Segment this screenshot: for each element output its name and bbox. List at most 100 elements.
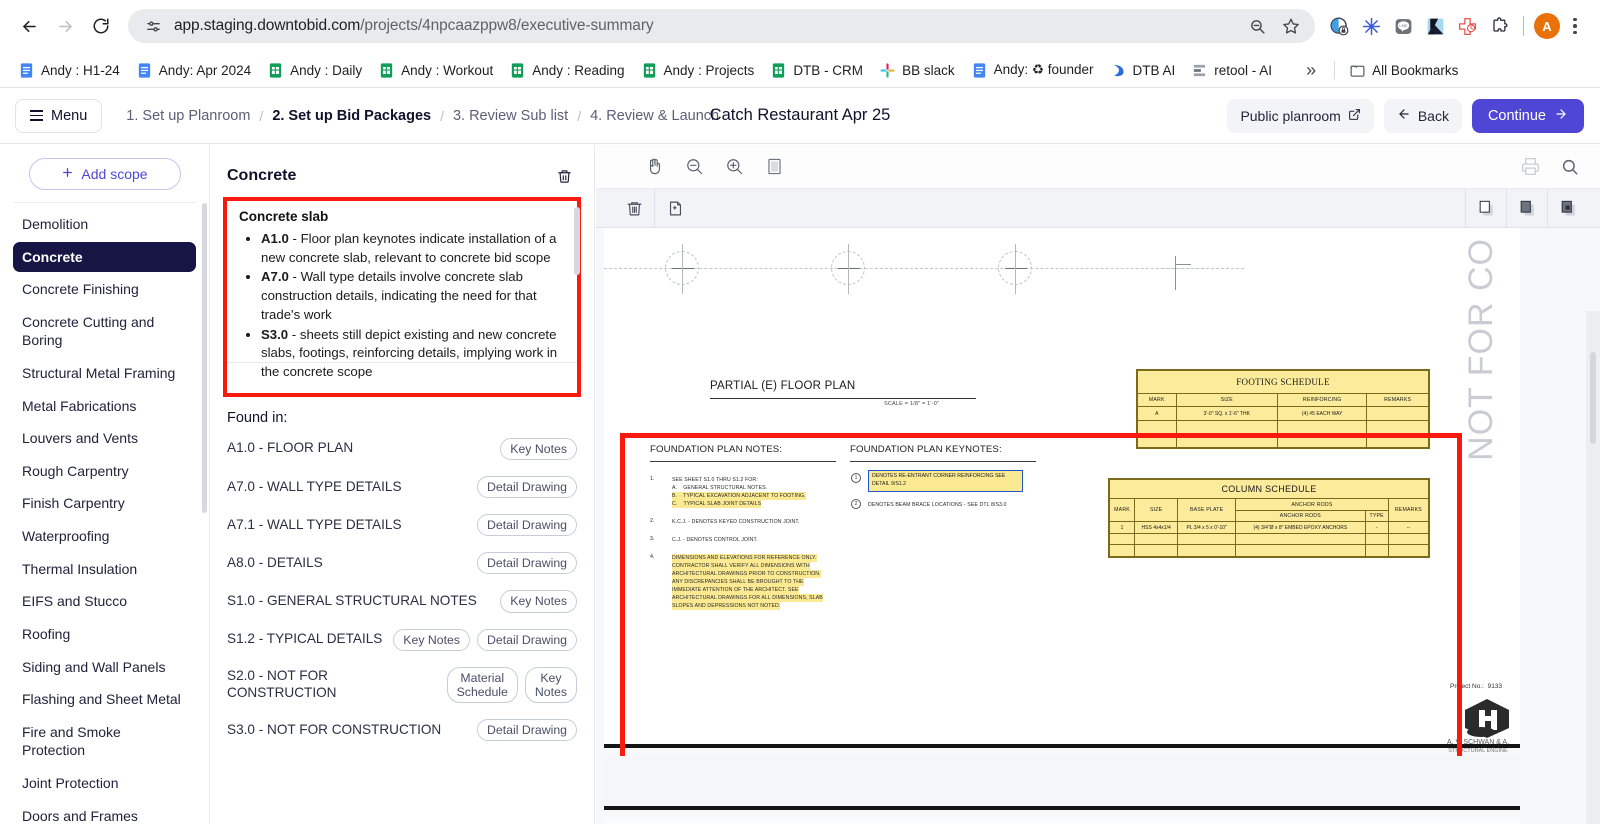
found-in-row[interactable]: A1.0 - FLOOR PLAN Key Notes <box>223 430 581 468</box>
status-badge[interactable]: Key Notes <box>500 437 577 461</box>
bookmark-item[interactable]: DTB - CRM <box>762 58 871 83</box>
note-number: 3. <box>650 536 655 542</box>
kebab-menu-icon[interactable] <box>1562 12 1588 40</box>
sidebar-item-eifs-and-stucco[interactable]: EIFS and Stucco <box>13 586 196 617</box>
bookmark-item[interactable]: Andy: ♻ founder <box>963 58 1102 83</box>
address-bar[interactable]: app.staging.downtobid.com/projects/4npca… <box>128 9 1315 43</box>
found-in-row[interactable]: A7.0 - WALL TYPE DETAILS Detail Drawing <box>223 468 581 506</box>
status-badge[interactable]: Detail Drawing <box>477 719 577 742</box>
schedule-column-header: SIZE <box>1175 392 1279 408</box>
page-view-double-icon[interactable] <box>1507 189 1547 227</box>
all-bookmarks-button[interactable]: All Bookmarks <box>1341 58 1466 83</box>
sidebar-item-concrete[interactable]: Concrete <box>13 241 196 273</box>
zoom-in-icon[interactable] <box>714 147 754 187</box>
found-in-row[interactable]: A7.1 - WALL TYPE DETAILS Detail Drawing <box>223 506 581 544</box>
sidebar-item-thermal-insulation[interactable]: Thermal Insulation <box>13 554 196 585</box>
found-in-row[interactable]: S2.0 - NOT FOR CONSTRUCTION Material Sche… <box>223 659 581 711</box>
back-button[interactable]: Back <box>1383 98 1462 133</box>
page-view-single-icon[interactable] <box>1466 189 1506 227</box>
bookmark-star-icon[interactable] <box>1277 12 1305 40</box>
schedule-cell: PL 3/4 x 5 x 0'-10" <box>1177 521 1237 534</box>
pan-hand-icon[interactable] <box>634 147 674 187</box>
schedule-cell <box>1137 419 1177 435</box>
forward-button[interactable] <box>48 9 82 43</box>
bookmark-item[interactable]: Andy: Apr 2024 <box>128 58 259 83</box>
site-settings-icon[interactable] <box>142 15 164 37</box>
plus-icon <box>61 166 74 182</box>
found-in-row[interactable]: S1.2 - TYPICAL DETAILS Key Notes Detail Dr… <box>223 621 581 659</box>
fit-page-icon[interactable] <box>754 147 794 187</box>
delete-annotation-icon[interactable] <box>614 189 654 227</box>
found-in-row[interactable]: S1.0 - GENERAL STRUCTURAL NOTES Key Notes <box>223 582 581 620</box>
sidebar-item-waterproofing[interactable]: Waterproofing <box>13 521 196 552</box>
add-scope-button[interactable]: Add scope <box>28 158 181 190</box>
bookmark-item[interactable]: retool - AI <box>1183 58 1280 83</box>
asterisk-extension-icon[interactable] <box>1357 12 1385 40</box>
pdf-canvas[interactable]: PARTIAL (E) FLOOR PLAN SCALE = 1/8" = 1'… <box>596 228 1600 824</box>
sidebar-item-demolition[interactable]: Demolition <box>13 209 196 240</box>
search-icon[interactable] <box>1550 147 1590 187</box>
wizard-step-2[interactable]: 2. Set up Bid Packages <box>272 108 431 124</box>
sidebar-item-concrete-cutting-and-boring[interactable]: Concrete Cutting and Boring <box>13 307 196 356</box>
bookmark-item[interactable]: BB slack <box>871 58 963 83</box>
sidebar-item-louvers-and-vents[interactable]: Louvers and Vents <box>13 423 196 454</box>
status-badge[interactable]: Key Notes <box>524 666 577 703</box>
k-app-icon[interactable]: K <box>1421 12 1449 40</box>
bookmark-item[interactable]: Andy : H1-24 <box>10 58 128 83</box>
bookmark-item[interactable]: DTB AI <box>1102 58 1184 83</box>
sidebar-item-structural-metal-framing[interactable]: Structural Metal Framing <box>13 358 196 389</box>
reload-button[interactable] <box>84 9 118 43</box>
bookmark-label: BB slack <box>902 62 955 78</box>
sidebar-item-doors-and-frames[interactable]: Doors and Frames <box>13 801 196 824</box>
bookmark-item[interactable]: Andy : Daily <box>259 58 370 83</box>
print-icon[interactable] <box>1510 147 1550 187</box>
status-badge[interactable]: Key Notes <box>393 628 471 651</box>
privacy-extension-icon[interactable] <box>1325 12 1353 40</box>
sidebar-item-joint-protection[interactable]: Joint Protection <box>13 768 196 799</box>
menu-button[interactable]: Menu <box>15 98 103 133</box>
sidebar-item-rough-carpentry[interactable]: Rough Carpentry <box>13 456 196 487</box>
page-view-grid-icon[interactable] <box>1548 189 1588 227</box>
bookmark-item[interactable]: Andy : Reading <box>501 58 632 83</box>
puzzle-extensions-icon[interactable] <box>1485 12 1513 40</box>
status-badge[interactable]: Detail Drawing <box>477 476 577 499</box>
viewer-scrollbar[interactable] <box>1590 352 1596 444</box>
status-badge[interactable]: Detail Drawing <box>477 628 577 651</box>
sidebar-item-fire-and-smoke-protection[interactable]: Fire and Smoke Protection <box>13 717 196 766</box>
schedule-cell <box>1277 419 1368 435</box>
found-in-row[interactable]: S3.0 - NOT FOR CONSTRUCTION Detail Drawin… <box>223 711 581 749</box>
bookmark-item[interactable]: Andy : Workout <box>370 58 501 83</box>
wizard-step-4[interactable]: 4. Review & Launch <box>590 108 719 124</box>
trash-icon[interactable] <box>551 163 577 189</box>
sidebar-item-metal-fabrications[interactable]: Metal Fabrications <box>13 391 196 422</box>
medical-cross-icon[interactable] <box>1453 12 1481 40</box>
wizard-step-3[interactable]: 3. Review Sub list <box>453 108 568 124</box>
status-badge[interactable]: Key Notes <box>500 590 577 613</box>
continue-button[interactable]: Continue <box>1471 98 1584 133</box>
bookmarks-overflow-button[interactable]: » <box>1294 58 1328 83</box>
zoom-icon[interactable] <box>1243 12 1271 40</box>
status-badge[interactable]: Detail Drawing <box>477 514 577 537</box>
profile-avatar[interactable]: A <box>1534 13 1560 39</box>
keynote-bubble: 1 <box>851 473 861 483</box>
status-badge[interactable]: Detail Drawing <box>477 552 577 575</box>
public-planroom-button[interactable]: Public planroom <box>1227 98 1374 133</box>
found-in-row[interactable]: A8.0 - DETAILS Detail Drawing <box>223 544 581 582</box>
bookmark-item[interactable]: Andy : Projects <box>633 58 763 83</box>
schedule-cell <box>1364 532 1389 546</box>
zoom-out-icon[interactable] <box>674 147 714 187</box>
add-note-icon[interactable] <box>655 189 695 227</box>
line-messenger-icon[interactable]: LINE <box>1389 12 1417 40</box>
sidebar-scrollbar[interactable] <box>202 203 207 513</box>
scope-note-scrollbar[interactable] <box>574 207 580 275</box>
sidebar-item-concrete-finishing[interactable]: Concrete Finishing <box>13 274 196 305</box>
wizard-step-1[interactable]: 1. Set up Planroom <box>126 108 250 124</box>
sidebar-item-siding-and-wall-panels[interactable]: Siding and Wall Panels <box>13 652 196 683</box>
sidebar-item-flashing-and-sheet-metal[interactable]: Flashing and Sheet Metal <box>13 684 196 715</box>
scope-note-highlight-box[interactable]: Concrete slab A1.0 - Floor plan keynotes… <box>223 197 581 397</box>
sidebar-item-finish-carpentry[interactable]: Finish Carpentry <box>13 488 196 519</box>
status-badge[interactable]: Material Schedule <box>446 666 518 703</box>
back-button[interactable] <box>12 9 46 43</box>
url-text[interactable]: app.staging.downtobid.com/projects/4npca… <box>174 17 1243 35</box>
sidebar-item-roofing[interactable]: Roofing <box>13 619 196 650</box>
